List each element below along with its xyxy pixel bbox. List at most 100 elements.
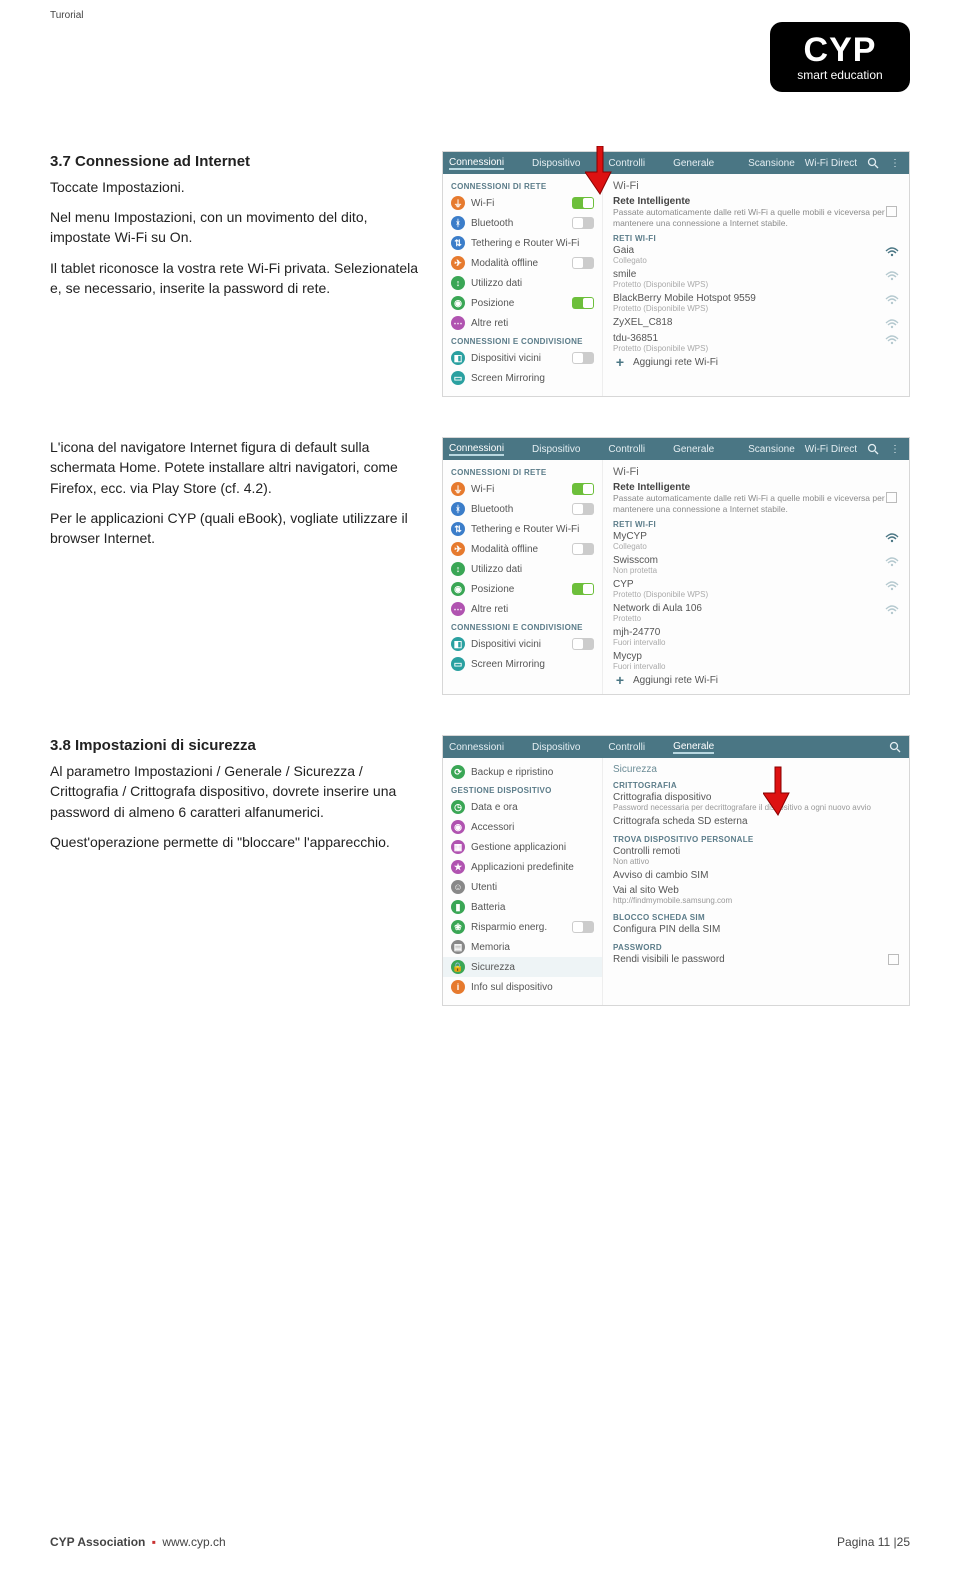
sidebar-item-tethering[interactable]: ⇅ Tethering e Router Wi-Fi: [443, 233, 602, 253]
sidebar-item-label: Batteria: [471, 902, 505, 913]
data-icon: ↕: [451, 276, 465, 290]
more-icon[interactable]: ⋮: [889, 443, 901, 455]
sidebar-item-datausage[interactable]: ↕ Utilizzo dati: [443, 559, 602, 579]
network-sub: Protetto (Disponibile WPS): [613, 280, 879, 289]
bluetooth-toggle[interactable]: [572, 503, 594, 515]
tab-dispositivo[interactable]: Dispositivo: [532, 444, 580, 455]
crittografa-sd-row[interactable]: Crittografa scheda SD esterna: [613, 814, 899, 829]
sidebar-item-power-saving[interactable]: ❀ Risparmio energ.: [443, 917, 602, 937]
network-name: smile: [613, 269, 879, 280]
position-toggle[interactable]: [572, 583, 594, 595]
search-icon[interactable]: [867, 157, 879, 169]
sidebar-item-battery[interactable]: ▮ Batteria: [443, 897, 602, 917]
sidebar-item-offline[interactable]: ✈ Modalità offline: [443, 253, 602, 273]
wifi-direct-label[interactable]: Wi-Fi Direct: [805, 444, 857, 455]
wifi-toggle[interactable]: [572, 483, 594, 495]
wifi-network-row[interactable]: CYPProtetto (Disponibile WPS): [613, 577, 899, 601]
rendi-visibili-checkbox[interactable]: [888, 954, 899, 965]
search-icon[interactable]: [889, 741, 901, 753]
wifi-network-row[interactable]: SwisscomNon protetta: [613, 553, 899, 577]
sidebar-item-tethering[interactable]: ⇅ Tethering e Router Wi-Fi: [443, 519, 602, 539]
tab-controlli[interactable]: Controlli: [608, 444, 645, 455]
sidebar-item-label: Wi-Fi: [471, 484, 494, 495]
tab-connessioni[interactable]: Connessioni: [449, 742, 504, 753]
tab-controlli[interactable]: Controlli: [608, 158, 645, 169]
footer-url[interactable]: www.cyp.ch: [162, 1535, 225, 1549]
wifi-signal-icon: [885, 335, 899, 345]
wifi-network-row[interactable]: ZyXEL_C818: [613, 315, 899, 331]
sidebar-item-nearby[interactable]: ◧ Dispositivi vicini: [443, 348, 602, 368]
configura-pin-row[interactable]: Configura PIN della SIM: [613, 922, 899, 937]
add-wifi-row[interactable]: + Aggiungi rete Wi-Fi: [613, 355, 899, 370]
sidebar-item-more-networks[interactable]: ⋯ Altre reti: [443, 599, 602, 619]
offline-toggle[interactable]: [572, 257, 594, 269]
tab-controlli[interactable]: Controlli: [608, 742, 645, 753]
sidebar-item-backup[interactable]: ⟳ Backup e ripristino: [443, 762, 602, 782]
sidebar-item-position[interactable]: ◉ Posizione: [443, 293, 602, 313]
wifi-network-row[interactable]: GaiaCollegato: [613, 243, 899, 267]
sidebar-item-users[interactable]: ☺ Utenti: [443, 877, 602, 897]
add-wifi-row[interactable]: + Aggiungi rete Wi-Fi: [613, 673, 899, 688]
wifi-network-row[interactable]: tdu-36851Protetto (Disponibile WPS): [613, 331, 899, 355]
rete-intelligente-desc: Passate automaticamente dalle reti Wi-Fi…: [613, 493, 899, 514]
sidebar-item-default-apps[interactable]: ★ Applicazioni predefinite: [443, 857, 602, 877]
backup-icon: ⟳: [451, 765, 465, 779]
sidebar-item-nearby[interactable]: ◧ Dispositivi vicini: [443, 634, 602, 654]
sidebar-item-more-networks[interactable]: ⋯ Altre reti: [443, 313, 602, 333]
wifi-network-row[interactable]: MycypFuori intervallo: [613, 649, 899, 673]
sidebar-item-about[interactable]: i Info sul dispositivo: [443, 977, 602, 997]
tab-dispositivo[interactable]: Dispositivo: [532, 742, 580, 753]
vai-sito-row[interactable]: Vai al sito Web http://findmymobile.sams…: [613, 883, 899, 907]
wifi-signal-icon: [885, 533, 899, 543]
sidebar-item-label: Wi-Fi: [471, 198, 494, 209]
power-saving-toggle[interactable]: [572, 921, 594, 933]
controlli-remoti-row[interactable]: Controlli remoti Non attivo: [613, 844, 899, 868]
network-name: Swisscom: [613, 555, 879, 566]
sidebar-item-storage[interactable]: ▤ Memoria: [443, 937, 602, 957]
wifi-network-row[interactable]: MyCYPCollegato: [613, 529, 899, 553]
nearby-toggle[interactable]: [572, 352, 594, 364]
search-icon[interactable]: [867, 443, 879, 455]
position-toggle[interactable]: [572, 297, 594, 309]
scansione-label[interactable]: Scansione: [748, 158, 795, 169]
avviso-sim-row[interactable]: Avviso di cambio SIM: [613, 868, 899, 883]
tab-generale[interactable]: Generale: [673, 158, 714, 169]
tethering-icon: ⇅: [451, 522, 465, 536]
sidebar-item-mirroring[interactable]: ▭ Screen Mirroring: [443, 368, 602, 388]
sidebar-item-app-mgmt[interactable]: ▦ Gestione applicazioni: [443, 837, 602, 857]
tab-connessioni[interactable]: Connessioni: [449, 443, 504, 456]
tab-generale[interactable]: Generale: [673, 741, 714, 754]
rendi-visibili-row[interactable]: Rendi visibili le password: [613, 952, 899, 967]
bluetooth-toggle[interactable]: [572, 217, 594, 229]
sidebar-item-wifi[interactable]: ⏚ Wi-Fi: [443, 193, 602, 213]
offline-toggle[interactable]: [572, 543, 594, 555]
wifi-network-row[interactable]: mjh-24770Fuori intervallo: [613, 625, 899, 649]
sidebar-item-bluetooth[interactable]: ᚼ Bluetooth: [443, 213, 602, 233]
settings-sidebar: CONNESSIONI DI RETE ⏚ Wi-Fi ᚼ Bluetooth: [443, 174, 603, 396]
network-name: Mycyp: [613, 651, 899, 662]
sidebar-item-accessori[interactable]: ◉ Accessori: [443, 817, 602, 837]
wifi-panel: Wi-Fi Rete Intelligente Passate automati…: [603, 460, 909, 694]
rete-intelligente-checkbox[interactable]: [886, 492, 897, 503]
wifi-toggle[interactable]: [572, 197, 594, 209]
sidebar-item-wifi[interactable]: ⏚ Wi-Fi: [443, 479, 602, 499]
sidebar-item-bluetooth[interactable]: ᚼ Bluetooth: [443, 499, 602, 519]
sidebar-item-mirroring[interactable]: ▭ Screen Mirroring: [443, 654, 602, 674]
rete-intelligente-checkbox[interactable]: [886, 206, 897, 217]
more-icon[interactable]: ⋮: [889, 157, 901, 169]
wifi-network-row[interactable]: smileProtetto (Disponibile WPS): [613, 267, 899, 291]
sidebar-item-security[interactable]: 🔒 Sicurezza: [443, 957, 602, 977]
tab-dispositivo[interactable]: Dispositivo: [532, 158, 580, 169]
scansione-label[interactable]: Scansione: [748, 444, 795, 455]
crittografia-row[interactable]: Crittografia dispositivo Password necess…: [613, 790, 899, 814]
sidebar-item-date[interactable]: ◷ Data e ora: [443, 797, 602, 817]
sidebar-item-datausage[interactable]: ↕ Utilizzo dati: [443, 273, 602, 293]
wifi-network-row[interactable]: BlackBerry Mobile Hotspot 9559Protetto (…: [613, 291, 899, 315]
nearby-toggle[interactable]: [572, 638, 594, 650]
wifi-direct-label[interactable]: Wi-Fi Direct: [805, 158, 857, 169]
wifi-network-row[interactable]: Network di Aula 106Protetto: [613, 601, 899, 625]
tab-connessioni[interactable]: Connessioni: [449, 157, 504, 170]
tab-generale[interactable]: Generale: [673, 444, 714, 455]
sidebar-item-position[interactable]: ◉ Posizione: [443, 579, 602, 599]
sidebar-item-offline[interactable]: ✈ Modalità offline: [443, 539, 602, 559]
